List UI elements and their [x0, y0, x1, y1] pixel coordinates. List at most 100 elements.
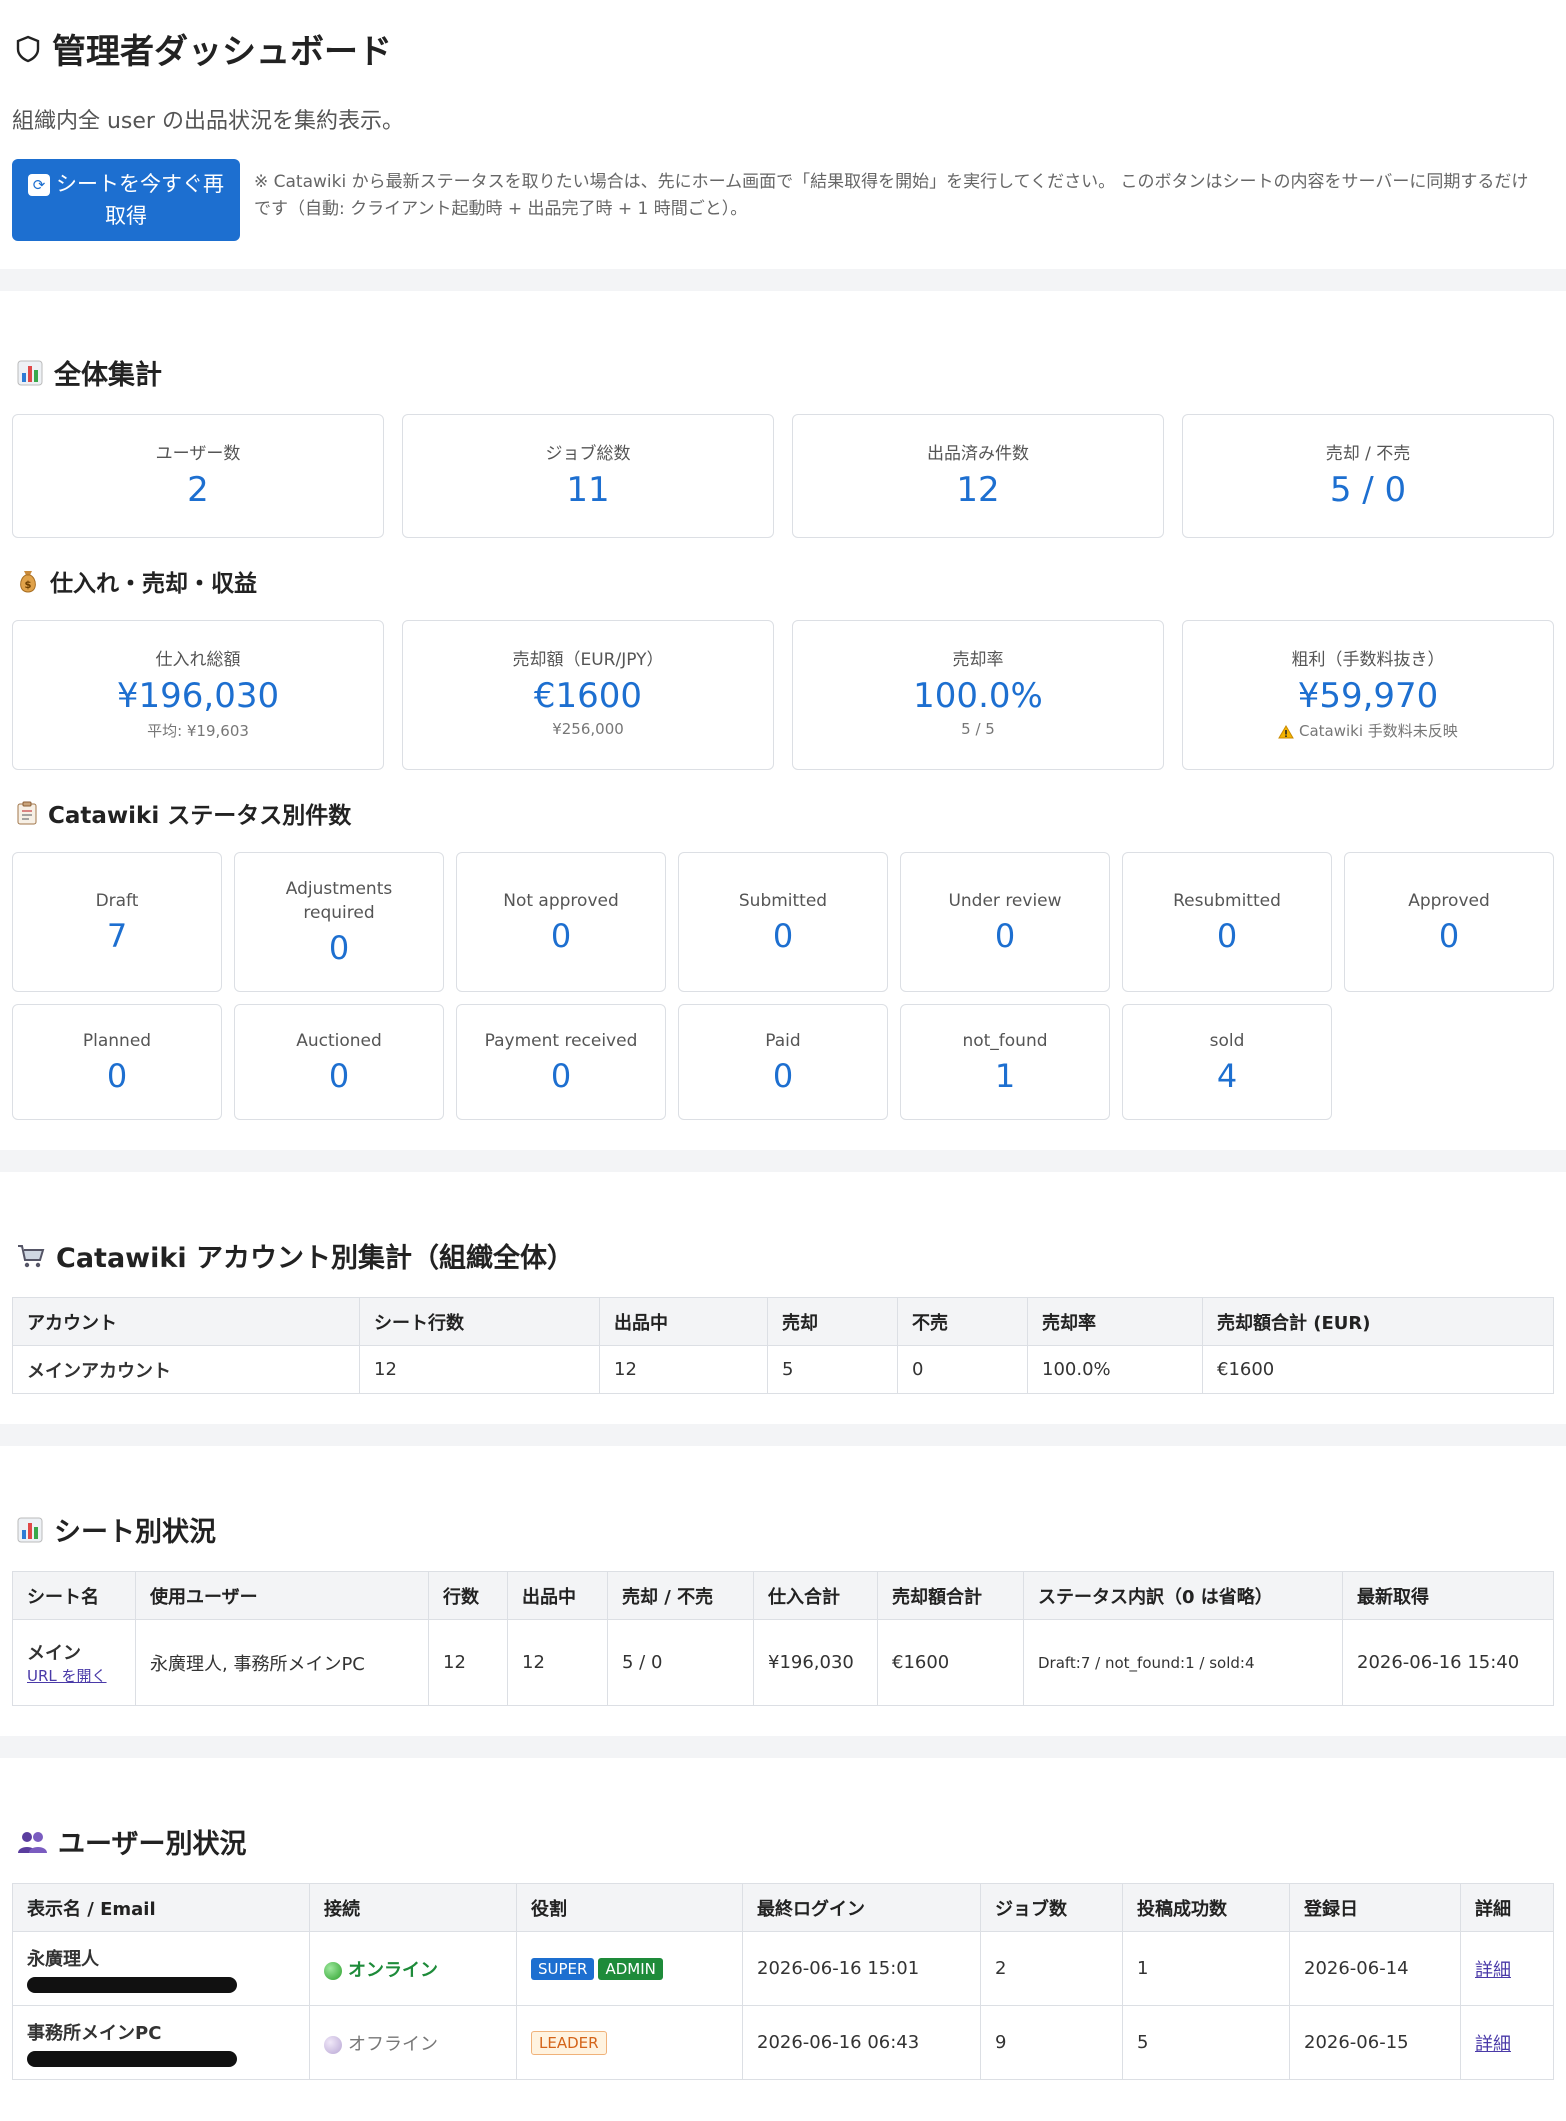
- accounts-table: アカウント シート行数 出品中 売却 不売 売却率 売却額合計 (EUR) メイ…: [12, 1297, 1554, 1394]
- column-header: 売却率: [1027, 1297, 1203, 1346]
- connection-cell: オフライン: [309, 2005, 517, 2080]
- stat-label: 売却額（EUR/JPY）: [512, 650, 664, 670]
- column-header: 仕入合計: [753, 1571, 878, 1620]
- sheets-table: シート名 使用ユーザー 行数 出品中 売却 / 不売 仕入合計 売却額合計 ステ…: [12, 1571, 1554, 1706]
- column-header: 表示名 / Email: [12, 1883, 310, 1932]
- column-header: 使用ユーザー: [135, 1571, 429, 1620]
- status-cards-row1: Draft 7 Adjustments required 0 Not approve…: [12, 852, 1554, 1120]
- stat-subtext: Catawiki 手数料未反映: [1183, 720, 1553, 741]
- user-detail-link[interactable]: 詳細: [1475, 2034, 1511, 2055]
- table-row: メインアカウント 12 12 5 0 100.0% €1600: [12, 1345, 1554, 1394]
- overall-cards: ユーザー数 2 ジョブ総数 11 出品済み件数 12 売却 / 不売 5 / 0: [12, 414, 1554, 538]
- section-divider: [0, 1150, 1566, 1172]
- connection-cell: オンライン: [309, 1931, 517, 2006]
- shield-icon: [16, 35, 40, 62]
- column-header: 登録日: [1289, 1883, 1461, 1932]
- table-header-row: 表示名 / Email 接続 役割 最終ログイン ジョブ数 投稿成功数 登録日 …: [12, 1883, 1554, 1932]
- status-count: 0: [1438, 917, 1460, 955]
- column-header: 売却額合計 (EUR): [1202, 1297, 1554, 1346]
- redacted-email: [27, 2050, 237, 2067]
- bar-chart-icon: [17, 1517, 43, 1542]
- user-detail-link[interactable]: 詳細: [1475, 1960, 1511, 1981]
- stat-subtext: 平均: ¥19,603: [147, 722, 249, 740]
- stat-card-gross-profit: 粗利（手数料抜き） ¥59,970 Catawiki 手数料未反映: [1182, 620, 1554, 770]
- table-cell: 2: [980, 1931, 1123, 2006]
- connection-status: オンライン: [348, 1959, 438, 1981]
- stat-value: €1600: [533, 676, 643, 716]
- status-label: Submitted: [738, 891, 828, 911]
- stat-value: ¥59,970: [1297, 676, 1439, 716]
- role-cell: LEADER: [516, 2005, 743, 2080]
- status-label: Under review: [948, 891, 1062, 911]
- sheets-title-text: シート別状況: [54, 1517, 216, 1548]
- table-cell: 5 / 0: [607, 1619, 754, 1706]
- table-cell: 9: [980, 2005, 1123, 2080]
- online-indicator-icon: [324, 1961, 342, 1980]
- refresh-sheet-button[interactable]: ⟳ シートを今すぐ再取得: [12, 159, 240, 241]
- column-header: アカウント: [12, 1297, 360, 1346]
- status-count: 0: [772, 917, 794, 955]
- column-header: シート行数: [359, 1297, 600, 1346]
- detail-cell: 詳細: [1460, 2005, 1554, 2080]
- sheets-section: シート別状況 シート名 使用ユーザー 行数 出品中 売却 / 不売 仕入合計 売…: [0, 1446, 1566, 1706]
- stat-label: 粗利（手数料抜き）: [1291, 650, 1445, 670]
- users-title-text: ユーザー別状況: [58, 1829, 247, 1860]
- column-header: 役割: [516, 1883, 743, 1932]
- status-label: Auctioned: [296, 1031, 382, 1051]
- user-name-cell: 永廣理人: [12, 1931, 310, 2006]
- stat-card-sold-unsold: 売却 / 不売 5 / 0: [1182, 414, 1554, 538]
- connection-status: オフライン: [348, 2033, 438, 2055]
- role-badge-admin: ADMIN: [598, 1957, 663, 1980]
- sheet-name-cell: メイン URL を開く: [12, 1619, 136, 1706]
- table-cell: 100.0%: [1027, 1345, 1203, 1394]
- stat-label: 仕入れ総額: [155, 650, 241, 670]
- redacted-email: [27, 1976, 237, 1993]
- column-header: ジョブ数: [980, 1883, 1123, 1932]
- role-badge-super: SUPER: [531, 1957, 595, 1980]
- status-card-planned: Planned 0: [12, 1004, 222, 1120]
- status-card-payment-received: Payment received 0: [456, 1004, 666, 1120]
- cart-icon: [18, 1244, 45, 1267]
- status-title-text: Catawiki ステータス別件数: [48, 803, 352, 829]
- stat-value: 5 / 0: [1329, 470, 1407, 510]
- stat-card-purchase-total: 仕入れ総額 ¥196,030 平均: ¥19,603: [12, 620, 384, 770]
- column-header: シート名: [12, 1571, 136, 1620]
- status-card-under-review: Under review 0: [900, 852, 1110, 992]
- table-cell: 1: [1122, 1931, 1290, 2006]
- status-label: Planned: [82, 1031, 152, 1051]
- status-count: 0: [772, 1057, 794, 1095]
- table-cell: 永廣理人, 事務所メインPC: [135, 1619, 429, 1706]
- status-label: sold: [1209, 1031, 1245, 1051]
- column-header: 出品中: [507, 1571, 608, 1620]
- table-cell: 2026-06-14: [1289, 1931, 1461, 2006]
- open-url-link[interactable]: URL を開く: [27, 1667, 107, 1685]
- user-name-cell: 事務所メインPC: [12, 2005, 310, 2080]
- column-header: 行数: [428, 1571, 508, 1620]
- status-count: 4: [1216, 1057, 1238, 1095]
- status-card-adjustments: Adjustments required 0: [234, 852, 444, 992]
- column-header: 最終ログイン: [742, 1883, 981, 1932]
- accounts-title: Catawiki アカウント別集計（組織全体）: [12, 1236, 1554, 1275]
- status-label: not_found: [962, 1031, 1048, 1051]
- refresh-sheet-label: シートを今すぐ再取得: [56, 172, 224, 228]
- status-card-submitted: Submitted 0: [678, 852, 888, 992]
- table-cell: 5: [1122, 2005, 1290, 2080]
- section-divider: [0, 1736, 1566, 1758]
- stat-label: 売却率: [952, 650, 1004, 670]
- user-display-name: 永廣理人: [27, 1948, 99, 1970]
- column-header: 売却額合計: [877, 1571, 1024, 1620]
- table-cell: ¥196,030: [753, 1619, 878, 1706]
- finance-cards: 仕入れ総額 ¥196,030 平均: ¥19,603 売却額（EUR/JPY） …: [12, 620, 1554, 770]
- page-title-text: 管理者ダッシュボード: [52, 32, 392, 72]
- clipboard-icon: [17, 801, 37, 825]
- table-row: メイン URL を開く 永廣理人, 事務所メインPC 12 12 5 / 0 ¥…: [12, 1619, 1554, 1706]
- status-count: 0: [328, 929, 350, 967]
- stat-value: 12: [956, 470, 1000, 510]
- table-cell: €1600: [877, 1619, 1024, 1706]
- status-count: 0: [550, 1057, 572, 1095]
- section-divider: [0, 269, 1566, 291]
- page-root: 管理者ダッシュボード 組織内全 user の出品状況を集約表示。 ⟳ シートを今す…: [0, 0, 1566, 2080]
- svg-text:$: $: [25, 580, 32, 591]
- section-divider: [0, 1424, 1566, 1446]
- page-title: 管理者ダッシュボード: [0, 0, 1566, 73]
